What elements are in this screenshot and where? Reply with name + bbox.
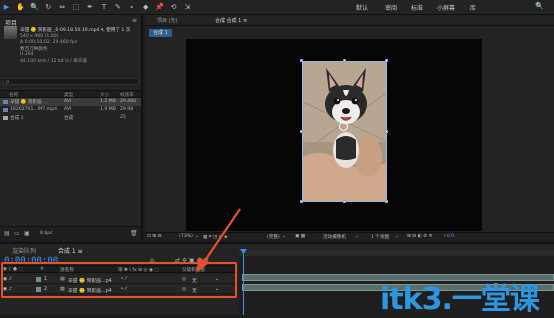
pin-tool-icon[interactable]: ⇲ [183,3,192,12]
camera-dropdown[interactable]: 活动摄像机 [323,234,346,240]
project-column-header: 名称 类型 大小 帧速率 [0,90,141,98]
video-frame-image [303,62,386,201]
footage-codec: H.264 [20,52,34,57]
toolbar: ▶ ✋ 🔍 ↻ ⇔ ⬚ ✒ T ✎ ⬩ ◆ 📌 ⟲ ⇲ 默认 审阅 标准 小屏幕… [0,0,554,15]
hand-tool-icon[interactable]: ✋ [16,3,25,12]
views-dropdown[interactable]: 1 个视图 [371,234,389,240]
footage-duration: Δ 0;00;10;02, 29.460 fps [20,40,78,45]
tab-composition-timeline[interactable]: 合成 1 ≡ [58,246,83,255]
item-size: 1.2 MB [100,99,116,104]
item-type: AVI [64,99,72,104]
resolution-dropdown[interactable]: (完整) [267,234,280,240]
eraser-tool-icon[interactable]: ◆ [141,3,150,12]
delete-icon[interactable]: 🗑 [130,230,138,237]
region-icons[interactable]: ▣ ▩ [295,234,305,239]
annotation-arrow-icon [196,208,241,273]
project-footer: ▤ ▭ ▣ 8 bpc 🗑 [0,226,141,240]
composition-icon [3,116,8,120]
item-fps: 29.98 [120,107,134,112]
item-type: 合成 [64,116,74,121]
list-item[interactable]: 辛甜 🙂 贺影画 ... AVI 1.2 MB 29.460 [0,98,141,106]
new-folder-icon[interactable]: ▭ [14,230,20,237]
list-item[interactable]: 16202701...9f7.mp4 AVI 1.9 MB 29.98 [0,106,141,114]
video-layer-frame[interactable] [302,61,387,202]
workspace-library[interactable]: 库 [470,3,476,12]
project-search-input[interactable]: ρ. [3,78,139,85]
item-type: AVI [64,107,72,112]
always-preview-icon[interactable]: ⊡ ⊞ ⊟ [147,234,161,239]
footage-title: 辛甜 🙂 贺影画 _6-09.18.50.10.mp4 ▾, 使用了 1 次 [20,28,131,33]
transform-handle[interactable] [300,200,303,203]
camera-tool-icon[interactable]: ⇔ [58,3,67,12]
rotate-tool-icon[interactable]: ↻ [44,3,53,12]
list-item[interactable]: 合成 1 合成 25 [0,114,141,122]
footage-audio: 44.100 kHz / 32 bit U / 单声道 [20,59,87,64]
interpret-footage-icon[interactable]: ▤ [4,230,10,237]
transform-handle[interactable] [385,59,388,62]
chevron-down-icon[interactable]: ⌄ [282,234,286,239]
brush-tool-icon[interactable]: ✎ [113,3,122,12]
item-size: 1.9 MB [100,107,116,112]
transform-handle[interactable] [300,59,303,62]
chevron-down-icon[interactable]: ⌄ [395,234,399,239]
new-composition-icon[interactable]: ▣ [24,230,30,237]
item-name: 16202701...9f7.mp4 [10,107,57,112]
video-file-icon [3,100,8,104]
zoom-tool-icon[interactable]: 🔍 [30,3,39,12]
watermark-logo: itk3.一堂课 [380,282,540,317]
tab-composition[interactable]: 合成 合成 1 ≡ [215,17,247,24]
clone-stamp-tool-icon[interactable]: ⬩ [127,3,136,12]
item-name: 合成 1 [10,116,24,121]
footage-dimensions: 540 x 960 (1.00) [20,34,59,39]
roto-brush-tool-icon[interactable]: ⟲ [169,3,178,12]
rectangle-tool-icon[interactable]: ⬚ [72,3,81,12]
tab-render-queue[interactable]: 渲染队列 [12,246,36,255]
item-fps: 29.460 [120,99,137,104]
transform-handle[interactable] [385,200,388,203]
bit-depth-label[interactable]: 8 bpc [40,231,53,236]
item-fps: 25 [120,115,126,120]
workspace-small-screen[interactable]: 小屏幕 [437,3,455,12]
anchor-point-icon[interactable] [339,122,348,131]
video-file-icon [3,108,8,112]
item-name: 辛甜 🙂 贺影画 ... [10,100,48,105]
panel-menu-icon[interactable]: ≡ [132,17,137,24]
workspace-default[interactable]: 默认 [356,3,368,12]
workspace-review[interactable]: 审阅 [385,3,397,12]
composition-canvas[interactable] [186,39,482,231]
time-ruler[interactable] [239,250,554,256]
footage-thumbnail [4,26,17,39]
project-panel: 项目 ≡ 辛甜 🙂 贺影画 _6-09.18.50.10.mp4 ▾, 使用了 … [0,15,143,240]
composition-subtab[interactable]: 合成 1 [149,29,172,37]
composition-tabs: 项目 (无) 合成 合成 1 ≡ [145,15,554,26]
type-tool-icon[interactable]: T [99,3,108,12]
exposure-value[interactable]: +0.0 [443,234,454,239]
transform-handle[interactable] [385,130,388,133]
pen-tool-icon[interactable]: ✒ [86,3,95,12]
transform-handle[interactable] [343,200,346,203]
puppet-pin-tool-icon[interactable]: 📌 [155,3,164,12]
tab-layer-none[interactable]: 项目 (无) [157,17,178,24]
search-icon[interactable]: 🔍 [535,2,544,10]
chevron-down-icon[interactable]: ⌄ [355,234,359,239]
selection-tool-icon[interactable]: ▶ [2,3,11,12]
transform-handle[interactable] [343,59,346,62]
transform-handle[interactable] [300,130,303,133]
render-icons[interactable]: ⊞ ⊟ ◐ ⚙ ✲ [407,234,433,239]
workspace-standard[interactable]: 标准 [411,3,423,12]
